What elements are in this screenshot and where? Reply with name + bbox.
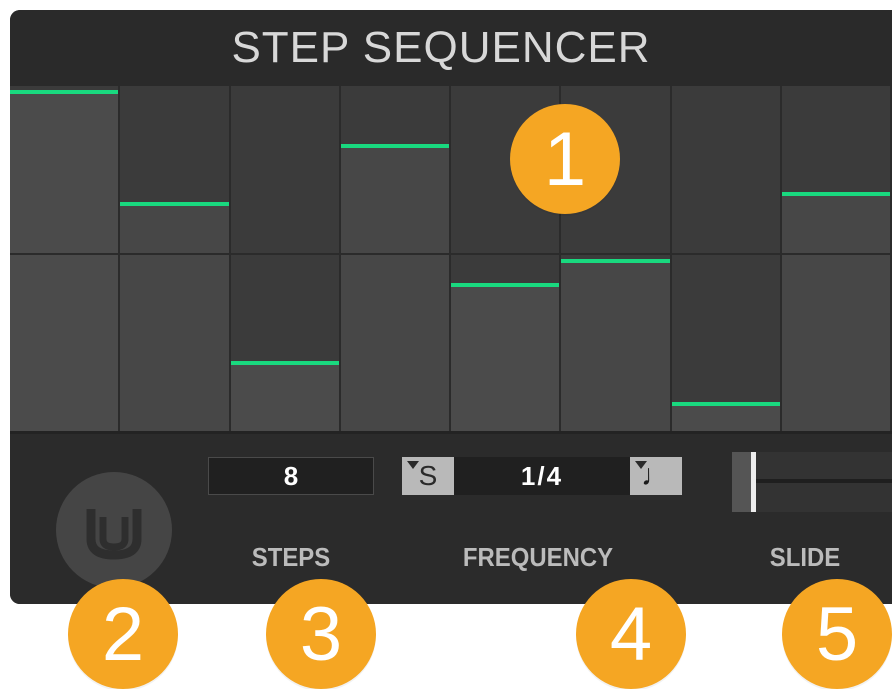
- note-mode-button[interactable]: ♩: [630, 457, 682, 495]
- step-level-fill: [781, 194, 890, 431]
- slide-handle[interactable]: [751, 452, 756, 512]
- callout-badge-1: 1: [510, 104, 620, 214]
- step-level-line: [230, 361, 339, 365]
- menu-triangle-icon: [635, 461, 647, 469]
- step-grid: [10, 86, 892, 431]
- step-level-line: [340, 144, 449, 148]
- step-level-fill: [561, 261, 670, 431]
- callout-badge-5: 5: [782, 579, 892, 689]
- step-7[interactable]: [671, 86, 782, 431]
- steps-value: 8: [283, 460, 299, 491]
- step-sequencer-panel: STEP SEQUENCER 8 STEPS S 1/4 ♩ FREQUENCY: [10, 10, 892, 604]
- u-logo-icon: [56, 472, 172, 588]
- menu-triangle-icon: [407, 461, 419, 469]
- step-level-line: [561, 259, 670, 263]
- callout-badge-2: 2: [68, 579, 178, 689]
- step-level-line: [781, 192, 890, 196]
- controls-bar: 8 STEPS S 1/4 ♩ FREQUENCY SLIDE: [10, 431, 892, 604]
- step-2[interactable]: [120, 86, 231, 431]
- u-logo-icon-glyph: [86, 509, 142, 560]
- slide-fill: [732, 452, 751, 512]
- step-level-fill: [451, 285, 560, 431]
- step-level-fill: [340, 146, 449, 431]
- step-3[interactable]: [230, 86, 341, 431]
- step-level-fill: [120, 204, 229, 431]
- step-level-fill: [230, 363, 339, 431]
- callout-badge-3: 3: [266, 579, 376, 689]
- frequency-label: FREQUENCY: [462, 542, 614, 572]
- slide-slider[interactable]: [732, 452, 892, 512]
- step-level-fill: [671, 404, 780, 431]
- callout-badge-4: 4: [576, 579, 686, 689]
- slide-label: SLIDE: [769, 542, 841, 572]
- step-level-line: [451, 283, 560, 287]
- slide-track: [732, 479, 892, 483]
- step-1[interactable]: [10, 86, 121, 431]
- step-level-fill: [10, 92, 119, 431]
- sync-button-label: S: [418, 460, 438, 491]
- sync-mode-button[interactable]: S: [402, 457, 454, 495]
- step-8[interactable]: [781, 86, 892, 431]
- panel-title: STEP SEQUENCER: [231, 23, 651, 72]
- step-level-line: [10, 90, 119, 94]
- frequency-input[interactable]: 1/4: [454, 457, 630, 495]
- title-bar: STEP SEQUENCER: [10, 10, 892, 86]
- steps-label: STEPS: [251, 542, 331, 572]
- steps-input[interactable]: 8: [208, 457, 374, 495]
- step-4[interactable]: [340, 86, 451, 431]
- step-level-line: [120, 202, 229, 206]
- step-level-line: [671, 402, 780, 406]
- frequency-value: 1/4: [520, 460, 564, 491]
